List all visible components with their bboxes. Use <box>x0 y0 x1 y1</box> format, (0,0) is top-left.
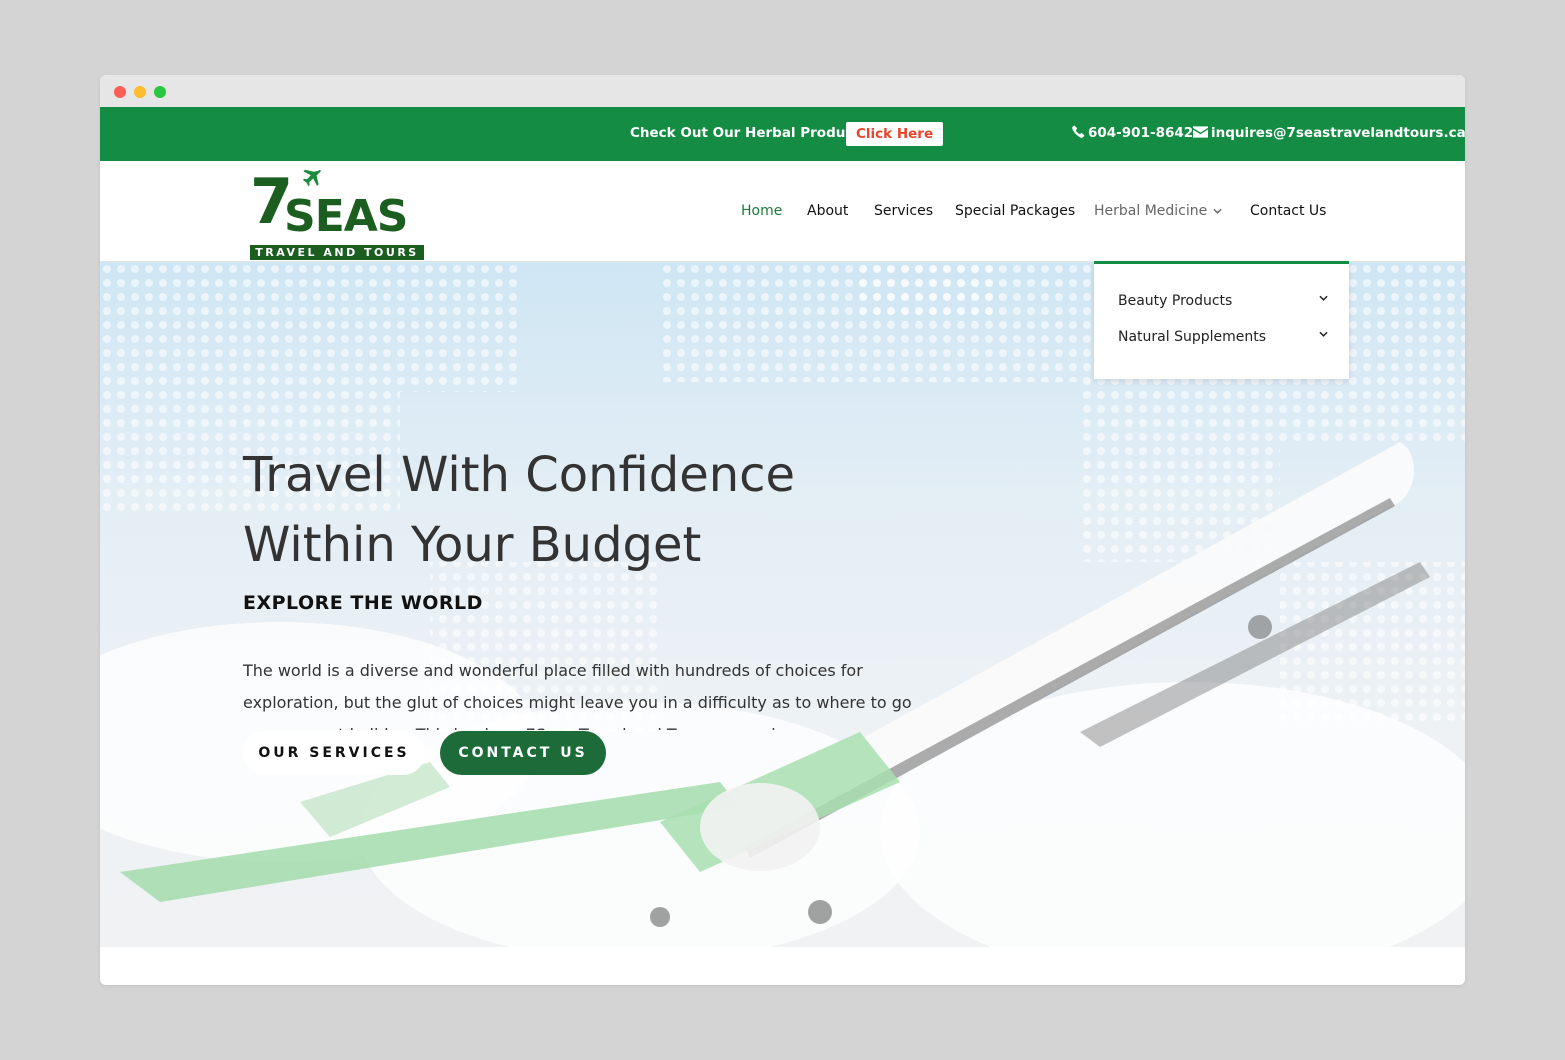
phone-number: 604-901-8642 <box>1088 125 1194 141</box>
site-logo[interactable]: 7 SEAS TRAVEL AND TOURS <box>250 167 426 260</box>
herbal-medicine-dropdown: Beauty Products Natural Supplements <box>1094 261 1349 379</box>
nav-herbal-medicine[interactable]: Herbal Medicine <box>1094 203 1222 219</box>
dropdown-item-beauty-products[interactable]: Beauty Products <box>1118 293 1328 309</box>
phone-link[interactable]: 604-901-8642 <box>1072 125 1193 141</box>
nav-special-packages[interactable]: Special Packages <box>955 203 1075 219</box>
airplane-icon <box>303 169 321 187</box>
hero-subtitle: EXPLORE THE WORLD <box>243 592 483 614</box>
hero-description: The world is a diverse and wonderful pla… <box>243 661 912 730</box>
window-titlebar <box>100 75 1465 107</box>
promo-text: Check Out Our Herbal Products <box>630 125 868 141</box>
our-services-button[interactable]: OUR SERVICES <box>243 731 425 775</box>
chevron-down-icon <box>1213 208 1222 214</box>
nav-home[interactable]: Home <box>741 203 782 219</box>
nav-herbal-medicine-label: Herbal Medicine <box>1094 203 1208 219</box>
top-bar: Check Out Our Herbal Products Click Here… <box>100 107 1465 161</box>
close-window-button[interactable] <box>114 86 126 98</box>
nav-services[interactable]: Services <box>874 203 933 219</box>
email-address: inquires@7seastravelandtours.ca <box>1211 125 1465 141</box>
nav-about[interactable]: About <box>807 203 848 219</box>
maximize-window-button[interactable] <box>154 86 166 98</box>
site-header: 7 SEAS TRAVEL AND TOURS Home About Servi… <box>100 161 1465 262</box>
logo-tagline: TRAVEL AND TOURS <box>250 245 424 260</box>
browser-window: Check Out Our Herbal Products Click Here… <box>100 75 1465 985</box>
chevron-down-icon <box>1319 295 1328 301</box>
email-link[interactable]: inquires@7seastravelandtours.ca <box>1193 125 1465 141</box>
envelope-icon <box>1193 126 1208 138</box>
dropdown-item-natural-supplements[interactable]: Natural Supplements <box>1118 329 1328 345</box>
dropdown-item-label: Beauty Products <box>1118 293 1233 309</box>
click-here-button[interactable]: Click Here <box>846 122 944 146</box>
logo-word: SEAS <box>284 191 408 242</box>
phone-icon <box>1072 125 1085 138</box>
nav-contact-us[interactable]: Contact Us <box>1250 203 1326 219</box>
dropdown-item-label: Natural Supplements <box>1118 329 1267 345</box>
minimize-window-button[interactable] <box>134 86 146 98</box>
contact-us-button[interactable]: CONTACT US <box>440 731 606 775</box>
hero-title: Travel With Confidence Within Your Budge… <box>243 447 796 573</box>
chevron-down-icon <box>1319 331 1328 337</box>
